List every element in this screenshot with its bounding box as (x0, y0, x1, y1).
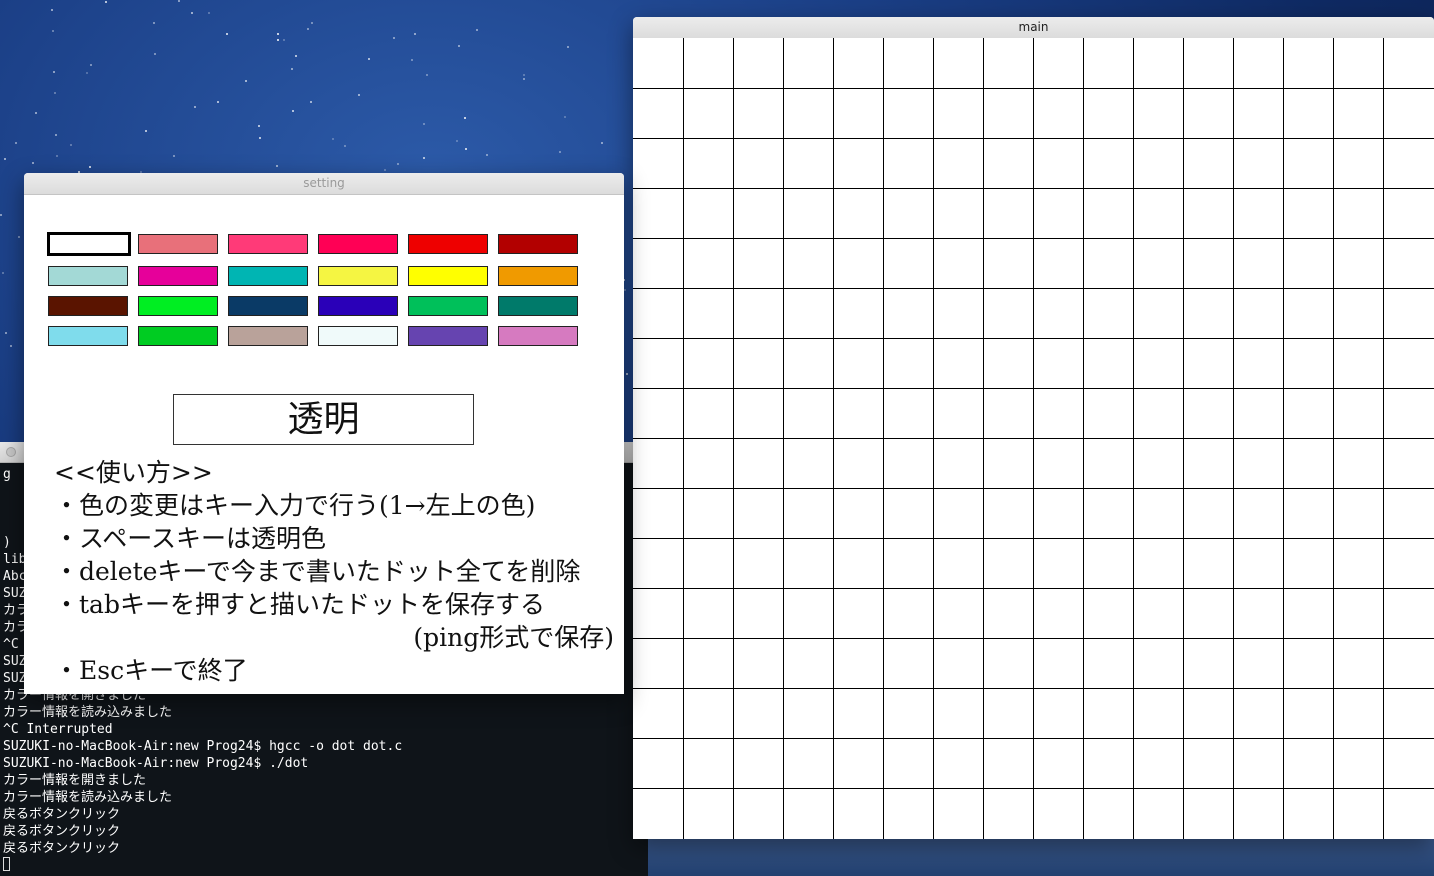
color-swatch[interactable] (408, 326, 488, 346)
color-swatch[interactable] (228, 234, 308, 254)
color-swatch[interactable] (228, 296, 308, 316)
setting-window-title[interactable]: setting (24, 173, 624, 195)
color-swatch[interactable] (408, 266, 488, 286)
terminal-line: 戻るボタンクリック (3, 824, 121, 839)
terminal-line: ^C Interrupted (3, 722, 113, 737)
usage-item: ・deleteキーで今まで書いたドット全てを削除 (54, 557, 581, 586)
color-swatch[interactable] (48, 266, 128, 286)
color-swatch[interactable] (138, 266, 218, 286)
usage-item: ・色の変更はキー入力で行う(1→左上の色) (54, 491, 536, 520)
color-swatch[interactable] (138, 296, 218, 316)
transparent-color-button[interactable]: 透明 (173, 394, 474, 445)
color-swatch[interactable] (48, 296, 128, 316)
color-swatch[interactable] (498, 326, 578, 346)
setting-window[interactable]: setting 透明 <<使い方>> ・色の変更はキー入力で行う(1→左上の色)… (24, 173, 624, 694)
color-swatch[interactable] (318, 234, 398, 254)
terminal-line: カラー情報を開きました (3, 773, 147, 788)
usage-instructions: <<使い方>> ・色の変更はキー入力で行う(1→左上の色) ・スペースキーは透明… (54, 456, 614, 687)
usage-item: (ping形式で保存) (413, 623, 614, 652)
color-swatch[interactable] (408, 296, 488, 316)
usage-item: ・スペースキーは透明色 (54, 524, 327, 553)
color-swatch[interactable] (498, 266, 578, 286)
terminal-line: カラー情報を読み込みました (3, 705, 173, 720)
color-swatch[interactable] (498, 296, 578, 316)
terminal-line: 戻るボタンクリック (3, 841, 121, 856)
color-swatch[interactable] (228, 326, 308, 346)
color-swatch[interactable] (318, 296, 398, 316)
usage-item: ・Escキーで終了 (54, 656, 248, 685)
terminal-line: カラー情報を読み込みました (3, 790, 173, 805)
main-window[interactable]: main (633, 17, 1434, 839)
terminal-line: 戻るボタンクリック (3, 807, 121, 822)
usage-heading: <<使い方>> (54, 458, 213, 487)
color-swatch[interactable] (408, 234, 488, 254)
terminal-line: SUZUKI-no-MacBook-Air:new Prog24$ hgcc -… (3, 739, 403, 754)
desktop-background (630, 838, 1434, 876)
terminal-prompt[interactable] (3, 857, 648, 874)
color-swatch[interactable] (318, 326, 398, 346)
usage-item: ・tabキーを押すと描いたドットを保存する (54, 590, 545, 619)
color-swatch[interactable] (138, 234, 218, 254)
color-swatch[interactable] (318, 266, 398, 286)
color-palette (47, 232, 578, 346)
color-swatch[interactable] (228, 266, 308, 286)
dot-grid-canvas[interactable] (633, 38, 1434, 839)
color-swatch[interactable] (498, 234, 578, 254)
terminal-line: SUZUKI-no-MacBook-Air:new Prog24$ ./dot (3, 756, 309, 771)
cursor-icon (3, 857, 10, 871)
color-swatch[interactable] (47, 232, 131, 256)
close-icon[interactable] (6, 447, 16, 457)
color-swatch[interactable] (138, 326, 218, 346)
color-swatch[interactable] (48, 326, 128, 346)
main-window-title[interactable]: main (633, 17, 1434, 39)
